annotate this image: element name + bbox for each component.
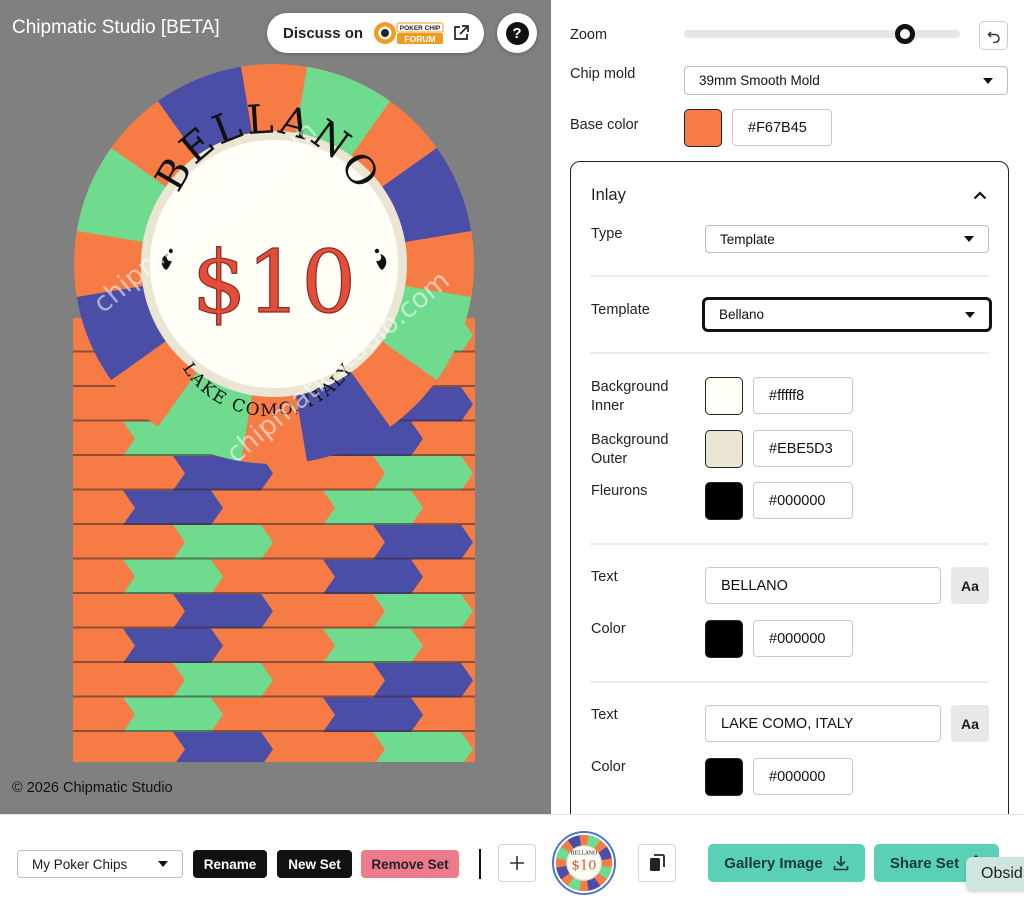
- background-outer-hex-input[interactable]: #EBE5D3: [753, 430, 853, 467]
- bottom-toolbar: My Poker Chips Rename New Set Remove Set…: [0, 814, 1024, 905]
- chip-stack-preview: BELLANO $10 LAKE COMO, ITALY chipmaticst…: [73, 64, 475, 762]
- background-inner-swatch[interactable]: [705, 377, 743, 415]
- inlay-type-label: Type: [591, 226, 623, 242]
- background-outer-swatch[interactable]: [705, 430, 743, 468]
- zoom-reset-button[interactable]: [979, 21, 1008, 50]
- inlay-collapse-button[interactable]: [969, 184, 991, 206]
- chip-set-select[interactable]: My Poker Chips: [17, 850, 183, 878]
- zoom-label: Zoom: [570, 27, 608, 43]
- chip-value-text: $10: [192, 233, 356, 333]
- stack-chip-edge: [73, 697, 475, 732]
- new-set-button[interactable]: New Set: [277, 850, 352, 878]
- inlay-type-select[interactable]: Template: [705, 225, 989, 253]
- text2-font-button[interactable]: Aa: [951, 705, 989, 742]
- zoom-slider-track: [684, 30, 905, 38]
- svg-text:$10: $10: [571, 859, 596, 874]
- poker-chip-forum-logo: POKER CHIP FORUM: [373, 20, 445, 46]
- duplicate-chip-button[interactable]: [638, 844, 676, 882]
- stack-chip-edge: [73, 663, 475, 698]
- download-icon: [833, 856, 848, 871]
- chevron-down-icon: [983, 77, 993, 84]
- inlay-section: Inlay Type Template Template Bellano Bac…: [570, 161, 1009, 814]
- divider: [590, 275, 989, 277]
- stack-chip-edge: [73, 594, 475, 629]
- tooltip: Obsid: [966, 857, 1024, 891]
- external-link-icon: [452, 24, 470, 42]
- divider: [590, 352, 989, 354]
- undo-icon: [986, 30, 1000, 43]
- text1-input[interactable]: BELLANO: [705, 567, 941, 604]
- template-value: Bellano: [719, 307, 765, 322]
- text2-color-hex-input[interactable]: #000000: [753, 758, 853, 795]
- svg-text:POKER CHIP: POKER CHIP: [400, 25, 441, 32]
- chip-mold-value: 39mm Smooth Mold: [699, 73, 820, 88]
- text2-color-swatch[interactable]: [705, 758, 743, 796]
- stack-chip-edge: [73, 525, 475, 560]
- chevron-down-icon: [964, 236, 974, 242]
- background-outer-label: Background Outer: [591, 432, 669, 467]
- stack-chip-edge: [73, 490, 475, 525]
- plus-icon: [510, 856, 524, 870]
- zoom-slider-thumb[interactable]: [894, 24, 915, 44]
- gallery-image-button[interactable]: Gallery Image: [708, 844, 865, 882]
- svg-text:BELLANO: BELLANO: [571, 851, 598, 857]
- base-color-hex-input[interactable]: #F67B45: [732, 109, 832, 146]
- discuss-label: Discuss on: [283, 24, 364, 42]
- chip-preview-canvas[interactable]: Chipmatic Studio [BETA] Discuss on POKER…: [0, 0, 551, 814]
- toolbar-separator: [479, 849, 481, 879]
- stack-chip-edge: [73, 732, 475, 762]
- stack-chip-edge: [73, 559, 475, 594]
- text2-input[interactable]: LAKE COMO, ITALY: [705, 705, 941, 742]
- text1-color-hex-input[interactable]: #000000: [753, 620, 853, 657]
- inlay-title: Inlay: [591, 186, 626, 204]
- stack-chip-edge: [73, 628, 475, 663]
- text1-color-label: Color: [591, 621, 626, 637]
- help-icon: ?: [505, 21, 529, 45]
- divider: [590, 543, 989, 545]
- text1-label: Text: [591, 569, 618, 585]
- chip-mold-label: Chip mold: [570, 66, 636, 82]
- divider: [590, 681, 989, 683]
- inlay-type-value: Template: [720, 231, 775, 247]
- template-label: Template: [591, 302, 650, 318]
- text2-color-label: Color: [591, 759, 626, 775]
- text2-label: Text: [591, 707, 618, 723]
- add-chip-button[interactable]: [498, 844, 536, 882]
- remove-set-button[interactable]: Remove Set: [361, 850, 459, 878]
- text1-color-swatch[interactable]: [705, 620, 743, 658]
- settings-panel[interactable]: Zoom Chip mold 39mm Smooth Mold Base col…: [551, 0, 1024, 814]
- text1-font-button[interactable]: Aa: [951, 567, 989, 604]
- background-inner-hex-input[interactable]: #fffff8: [753, 377, 853, 414]
- discuss-on-forum-button[interactable]: Discuss on POKER CHIP FORUM: [267, 13, 484, 53]
- gallery-image-label: Gallery Image: [724, 854, 823, 872]
- chevron-down-icon: [158, 861, 168, 867]
- app-title: Chipmatic Studio [BETA]: [12, 17, 220, 38]
- chevron-down-icon: [965, 311, 975, 318]
- base-color-swatch[interactable]: [684, 109, 722, 147]
- copyright-text: © 2026 Chipmatic Studio: [12, 780, 173, 796]
- help-button[interactable]: ?: [497, 13, 537, 53]
- fleurons-label: Fleurons: [591, 483, 648, 499]
- background-inner-label: Background Inner: [591, 379, 669, 414]
- rename-button[interactable]: Rename: [193, 850, 267, 878]
- copy-icon: [650, 854, 665, 871]
- chip-thumbnail[interactable]: BELLANO $10: [552, 831, 616, 895]
- svg-text:FORUM: FORUM: [404, 34, 435, 44]
- base-color-label: Base color: [570, 117, 639, 133]
- fleurons-swatch[interactable]: [705, 482, 743, 520]
- chip-set-name: My Poker Chips: [32, 856, 128, 872]
- zoom-slider[interactable]: [684, 24, 960, 44]
- fleurons-hex-input[interactable]: #000000: [753, 482, 853, 519]
- share-set-label: Share Set: [889, 854, 960, 872]
- chip-mold-select[interactable]: 39mm Smooth Mold: [684, 66, 1008, 95]
- chevron-up-icon: [973, 190, 987, 199]
- template-select[interactable]: Bellano: [702, 297, 992, 332]
